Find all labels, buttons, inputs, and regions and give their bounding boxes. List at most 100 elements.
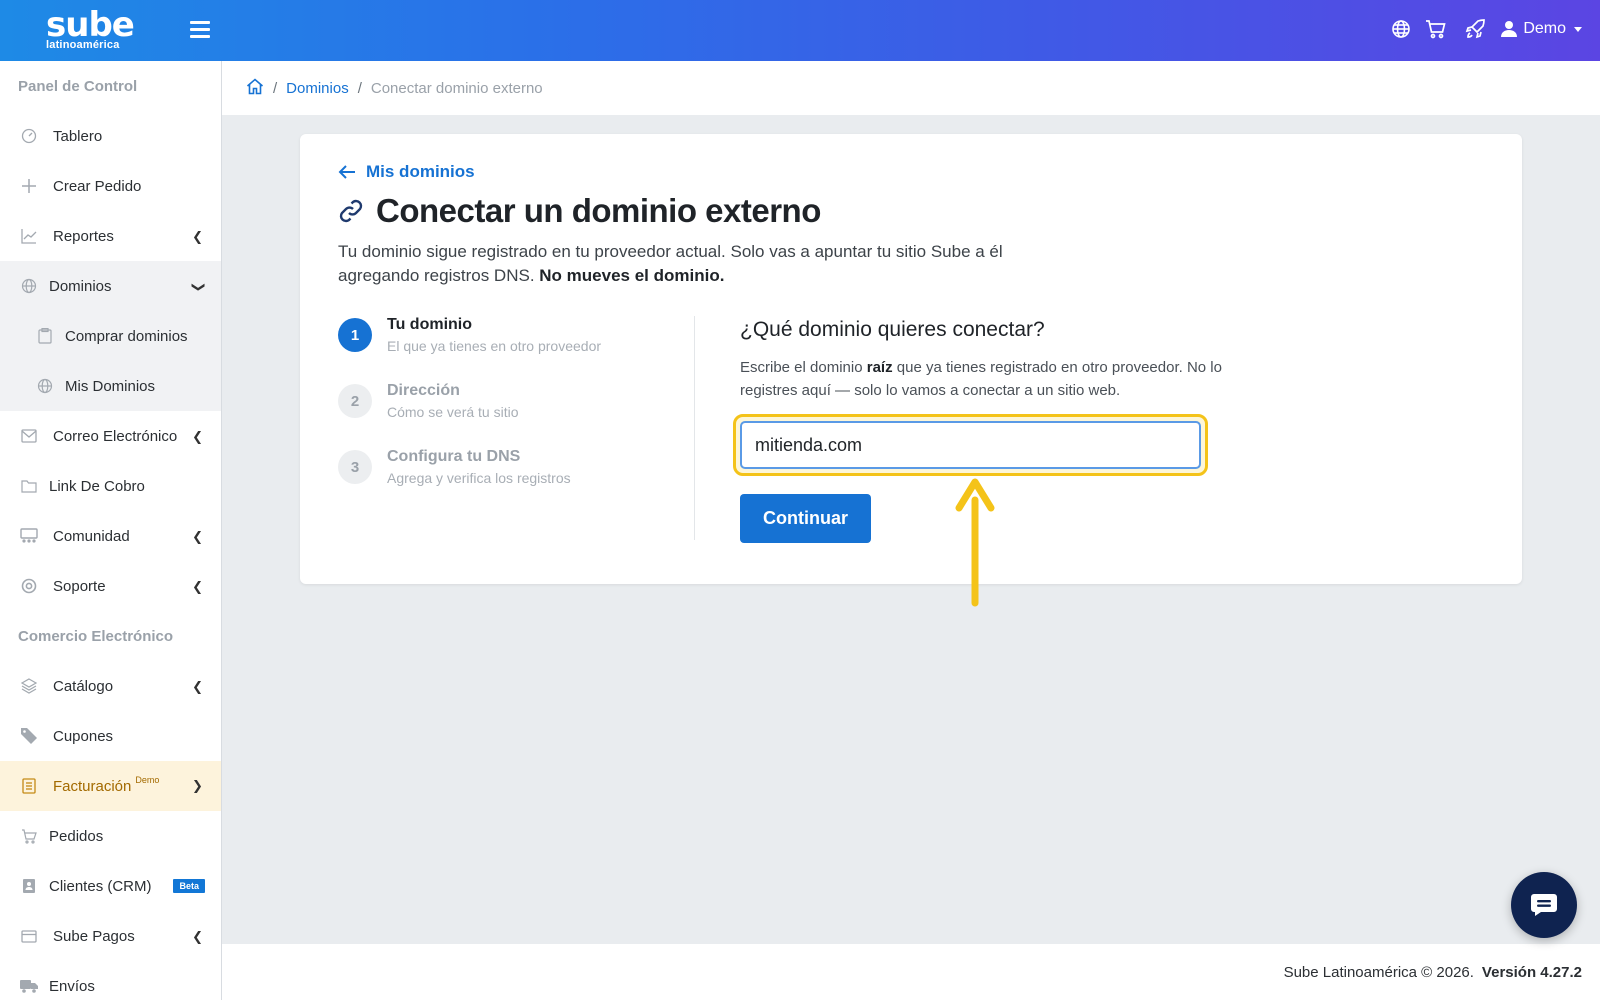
lifebuoy-icon — [20, 577, 38, 595]
logo-word: sube — [46, 5, 135, 45]
chevron-left-icon: ❮ — [192, 929, 203, 944]
sidebar-item-crear-pedido[interactable]: Crear Pedido — [0, 161, 221, 211]
step-3: 3 Configura tu DNS Agrega y verifica los… — [338, 448, 693, 514]
chat-icon — [1531, 894, 1557, 916]
globe-icon — [36, 377, 54, 395]
rocket-icon[interactable] — [1465, 18, 1487, 40]
step-title: Configura tu DNS — [387, 448, 521, 465]
sidebar-item-label: Link De Cobro — [49, 477, 145, 495]
sidebar-item-label: Reportes — [53, 227, 114, 245]
step-number: 2 — [338, 384, 372, 418]
sidebar-item-label: Crear Pedido — [53, 177, 142, 195]
clipboard-icon — [36, 327, 54, 345]
sidebar-item-comunidad[interactable]: Comunidad ❮ — [0, 511, 221, 561]
sidebar-item-mis-dominios[interactable]: Mis Dominios — [0, 361, 221, 411]
chevron-left-icon: ❮ — [192, 229, 203, 244]
chart-line-icon — [20, 227, 38, 245]
sidebar-item-link-cobro[interactable]: Link De Cobro — [0, 461, 221, 511]
step-2: 2 Dirección Cómo se verá tu sitio — [338, 382, 693, 448]
annotation-arrow-icon — [955, 478, 995, 607]
link-icon — [339, 199, 363, 223]
truck-icon — [20, 977, 38, 995]
breadcrumb-current: Conectar dominio externo — [370, 79, 543, 97]
step-number: 3 — [338, 450, 372, 484]
top-actions: Demo — [1391, 18, 1582, 40]
basket-icon — [20, 827, 38, 845]
chevron-right-icon: ❮ — [192, 780, 203, 795]
globe-icon[interactable] — [1391, 19, 1411, 39]
stepper: 1 Tu dominio El que ya tienes en otro pr… — [338, 316, 693, 514]
contact-card-icon — [20, 877, 38, 895]
sidebar-item-dominios[interactable]: Dominios ❮ — [0, 261, 221, 311]
sidebar-item-cupones[interactable]: Cupones — [0, 711, 221, 761]
step-title: Dirección — [387, 382, 460, 399]
breadcrumb-dominios-link[interactable]: Dominios — [286, 80, 349, 97]
page-description: Tu dominio sigue registrado en tu provee… — [338, 240, 1038, 288]
sidebar-item-pedidos[interactable]: Pedidos — [0, 811, 221, 861]
domain-input[interactable] — [740, 421, 1201, 469]
logo[interactable]: sube latinoamérica — [46, 5, 135, 51]
user-icon — [1501, 21, 1518, 37]
step-subtitle: El que ya tienes en otro proveedor — [387, 338, 602, 354]
sidebar-item-label: Comprar dominios — [65, 327, 188, 345]
beta-badge: Beta — [173, 879, 205, 893]
sidebar-item-label: Soporte — [53, 577, 106, 595]
page-title: Conectar un dominio externo — [338, 192, 821, 230]
sidebar-item-reportes[interactable]: Reportes ❮ — [0, 211, 221, 261]
user-menu[interactable]: Demo — [1501, 20, 1582, 38]
demo-tag: Demo — [135, 775, 160, 785]
sidebar-item-envios[interactable]: Envíos — [0, 961, 221, 1000]
envelope-icon — [20, 427, 38, 445]
sidebar-section-ecommerce: Comercio Electrónico — [18, 628, 174, 645]
sidebar-item-label: Comunidad — [53, 527, 130, 545]
divider — [694, 316, 695, 540]
step-1: 1 Tu dominio El que ya tienes en otro pr… — [338, 316, 693, 382]
top-navbar: sube latinoamérica Demo — [0, 0, 1600, 61]
sidebar-item-label: Clientes (CRM) — [49, 877, 152, 895]
sidebar-item-catalogo[interactable]: Catálogo ❮ — [0, 661, 221, 711]
sidebar-item-label: Envíos — [49, 977, 95, 995]
folder-icon — [20, 477, 38, 495]
invoice-icon — [20, 777, 38, 795]
sidebar-item-correo[interactable]: Correo Electrónico ❮ — [0, 411, 221, 461]
chat-button[interactable] — [1511, 872, 1577, 938]
footer-copyright: Sube Latinoamérica © 2026. — [1283, 963, 1474, 981]
breadcrumb-separator: / — [357, 79, 362, 97]
sidebar-item-soporte[interactable]: Soporte ❮ — [0, 561, 221, 611]
footer: Sube Latinoamérica © 2026. Versión 4.27.… — [222, 944, 1600, 1000]
home-icon[interactable] — [246, 77, 264, 99]
chevron-left-icon: ❮ — [192, 529, 203, 544]
sidebar-item-label: Tablero — [53, 127, 103, 145]
user-label: Demo — [1523, 20, 1566, 37]
breadcrumb-separator: / — [273, 79, 278, 97]
form-heading: ¿Qué dominio quieres conectar? — [740, 318, 1045, 341]
sidebar-item-label: Mis Dominios — [65, 377, 156, 395]
footer-version: Versión 4.27.2 — [1481, 963, 1582, 981]
sidebar-item-label: Dominios — [49, 277, 112, 295]
step-subtitle: Agrega y verifica los registros — [387, 470, 571, 486]
form-help: Escribe el dominio raíz que ya tienes re… — [740, 356, 1265, 402]
sidebar-item-label: Catálogo — [53, 677, 114, 695]
sidebar-item-comprar-dominios[interactable]: Comprar dominios — [0, 311, 221, 361]
sidebar-item-facturacion[interactable]: Facturación Demo ❮ — [0, 761, 221, 811]
sidebar-item-clientes[interactable]: Clientes (CRM) Beta — [0, 861, 221, 911]
sidebar-item-label: Cupones — [53, 727, 114, 745]
page-title-text: Conectar un dominio externo — [376, 192, 821, 229]
sidebar-item-label: Pedidos — [49, 827, 104, 845]
breadcrumb: / Dominios / Conectar dominio externo — [222, 61, 1600, 115]
back-to-my-domains-link[interactable]: Mis dominios — [338, 162, 475, 182]
sidebar-section-panel: Panel de Control — [18, 78, 138, 95]
sidebar-item-label: Correo Electrónico — [53, 427, 178, 445]
chevron-left-icon: ❮ — [192, 679, 203, 694]
cart-icon[interactable] — [1425, 19, 1447, 39]
hamburger-menu-icon[interactable] — [190, 21, 210, 39]
connect-domain-card: Mis dominios Conectar un dominio externo… — [300, 134, 1522, 584]
back-link-label: Mis dominios — [366, 162, 475, 181]
domain-form: ¿Qué dominio quieres conectar? Escribe e… — [733, 318, 1265, 543]
chevron-left-icon: ❮ — [192, 579, 203, 594]
continue-button[interactable]: Continuar — [740, 494, 871, 543]
sidebar-item-tablero[interactable]: Tablero — [0, 111, 221, 161]
arrow-left-icon — [338, 165, 355, 179]
sidebar-item-sube-pagos[interactable]: Sube Pagos ❮ — [0, 911, 221, 961]
layers-icon — [20, 677, 38, 695]
